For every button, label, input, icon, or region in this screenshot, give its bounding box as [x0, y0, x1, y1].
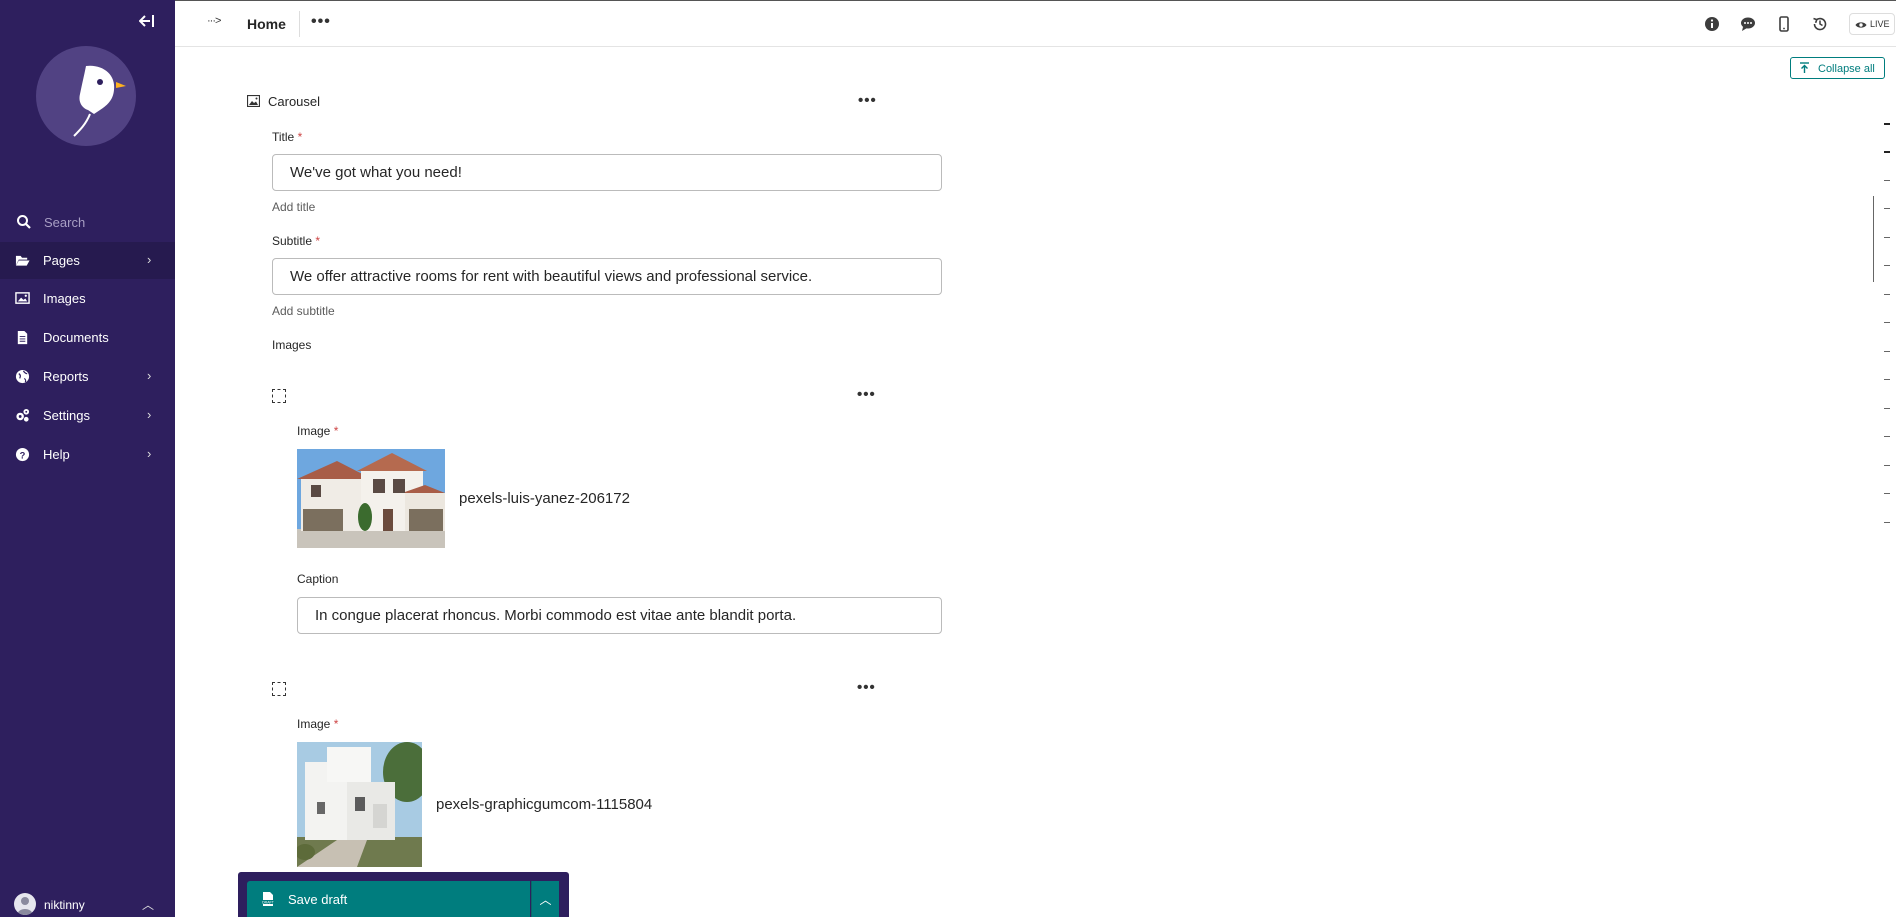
account-menu[interactable]: niktinny ︿	[0, 890, 175, 917]
footer-actions: DRAFT Save draft ︿	[238, 872, 569, 917]
image-label: Image *	[297, 424, 339, 438]
minimap-item[interactable]	[1884, 465, 1890, 466]
minimap-item[interactable]	[1884, 180, 1890, 181]
image-thumbnail[interactable]	[297, 742, 422, 867]
sidebar-item-label: Images	[43, 291, 86, 306]
subtitle-help-text: Add subtitle	[272, 304, 335, 318]
block-actions-more-icon[interactable]: •••	[858, 92, 877, 109]
collapse-all-label: Collapse all	[1818, 63, 1875, 75]
item-actions-more-icon[interactable]: •••	[857, 679, 876, 696]
minimap-item[interactable]	[1884, 123, 1890, 125]
image-file-name: pexels-graphicgumcom-1115804	[436, 796, 653, 813]
wagtail-logo[interactable]	[36, 46, 136, 146]
eye-icon	[1855, 22, 1867, 28]
item-actions-more-icon[interactable]: •••	[857, 386, 876, 403]
title-input[interactable]	[273, 155, 941, 190]
chevron-up-icon: ︿	[142, 898, 155, 912]
save-draft-button[interactable]: DRAFT Save draft	[247, 881, 530, 917]
caption-field[interactable]	[297, 597, 942, 634]
image-label: Image *	[297, 717, 339, 731]
chevron-right-icon: ›	[147, 368, 152, 383]
minimap-item[interactable]	[1884, 265, 1890, 266]
minimap-item[interactable]	[1884, 351, 1890, 352]
minimap[interactable]	[1870, 112, 1896, 532]
sidebar-collapse-icon[interactable]	[136, 14, 158, 34]
history-icon[interactable]	[1811, 15, 1829, 33]
sidebar-item-help[interactable]: ? Help ›	[0, 436, 175, 473]
draft-icon: DRAFT	[262, 892, 275, 906]
search-placeholder: Search	[44, 215, 86, 230]
collapse-up-icon	[1800, 62, 1809, 73]
sidebar-item-label: Help	[43, 447, 70, 462]
chevron-right-icon: ›	[147, 252, 152, 267]
title-help-text: Add title	[272, 200, 316, 214]
caption-label: Caption	[297, 572, 339, 586]
folder-open-icon	[15, 255, 30, 266]
mobile-preview-icon[interactable]	[1775, 15, 1793, 33]
sidebar-item-label: Settings	[43, 408, 90, 423]
block-drag-handle-icon[interactable]	[272, 682, 286, 696]
search-icon	[17, 215, 31, 229]
page-header: ···> Home ••• LIVE	[175, 0, 1896, 47]
help-icon: ?	[15, 447, 30, 462]
subtitle-input[interactable]	[273, 259, 941, 294]
header-divider	[299, 11, 300, 37]
live-status-badge[interactable]: LIVE	[1849, 13, 1895, 35]
minimap-item[interactable]	[1884, 408, 1890, 409]
cogs-icon	[16, 408, 30, 422]
title-label: Title *	[272, 130, 303, 144]
caption-input[interactable]	[298, 598, 941, 633]
sidebar-item-label: Reports	[43, 369, 89, 384]
minimap-item[interactable]	[1884, 294, 1890, 295]
minimap-item[interactable]	[1884, 151, 1890, 153]
sidebar-search[interactable]: Search	[0, 210, 175, 238]
image-icon	[247, 95, 260, 107]
sidebar-item-pages[interactable]: Pages ›	[0, 242, 175, 279]
sidebar-item-reports[interactable]: Reports ›	[0, 358, 175, 395]
page-title[interactable]: Home	[247, 16, 286, 32]
image-file-name: pexels-luis-yanez-206172	[459, 490, 630, 507]
live-label: LIVE	[1870, 19, 1890, 29]
minimap-item[interactable]	[1884, 208, 1890, 209]
breadcrumb-toggle[interactable]: ···>	[207, 15, 221, 27]
title-field[interactable]	[272, 154, 942, 191]
sidebar-item-label: Pages	[43, 253, 80, 268]
sidebar-item-settings[interactable]: Settings ›	[0, 397, 175, 434]
more-actions-toggle[interactable]: ︿	[531, 881, 559, 917]
minimap-scroll-indicator	[1873, 196, 1874, 282]
images-label: Images	[272, 338, 312, 352]
save-draft-label: Save draft	[288, 892, 348, 907]
sidebar-item-documents[interactable]: Documents	[0, 319, 175, 356]
info-icon[interactable]	[1703, 15, 1721, 33]
avatar	[14, 893, 36, 915]
sidebar-item-label: Documents	[43, 330, 109, 345]
minimap-item[interactable]	[1884, 379, 1890, 380]
sidebar-item-images[interactable]: Images	[0, 280, 175, 317]
chevron-right-icon: ›	[147, 407, 152, 422]
minimap-item[interactable]	[1884, 322, 1890, 323]
svg-text:DRAFT: DRAFT	[262, 901, 275, 905]
account-username: niktinny	[44, 898, 85, 912]
chevron-right-icon: ›	[147, 446, 152, 461]
sidebar: Search Pages › Images Documents Reports …	[0, 0, 175, 917]
collapse-all-button[interactable]: Collapse all	[1790, 57, 1885, 79]
document-icon	[17, 330, 28, 345]
page-actions-more-icon[interactable]: •••	[311, 13, 331, 31]
minimap-item[interactable]	[1884, 522, 1890, 523]
image-icon	[15, 292, 30, 304]
minimap-item[interactable]	[1884, 237, 1890, 238]
minimap-item[interactable]	[1884, 493, 1890, 494]
subtitle-field[interactable]	[272, 258, 942, 295]
carousel-block-label[interactable]: Carousel	[268, 94, 320, 109]
image-thumbnail[interactable]	[297, 449, 445, 548]
block-drag-handle-icon[interactable]	[272, 389, 286, 403]
chevron-up-icon: ︿	[539, 893, 552, 907]
comment-icon[interactable]	[1739, 15, 1757, 33]
globe-icon	[15, 369, 30, 384]
svg-text:?: ?	[20, 450, 26, 460]
subtitle-label: Subtitle *	[272, 234, 321, 248]
minimap-item[interactable]	[1884, 436, 1890, 437]
